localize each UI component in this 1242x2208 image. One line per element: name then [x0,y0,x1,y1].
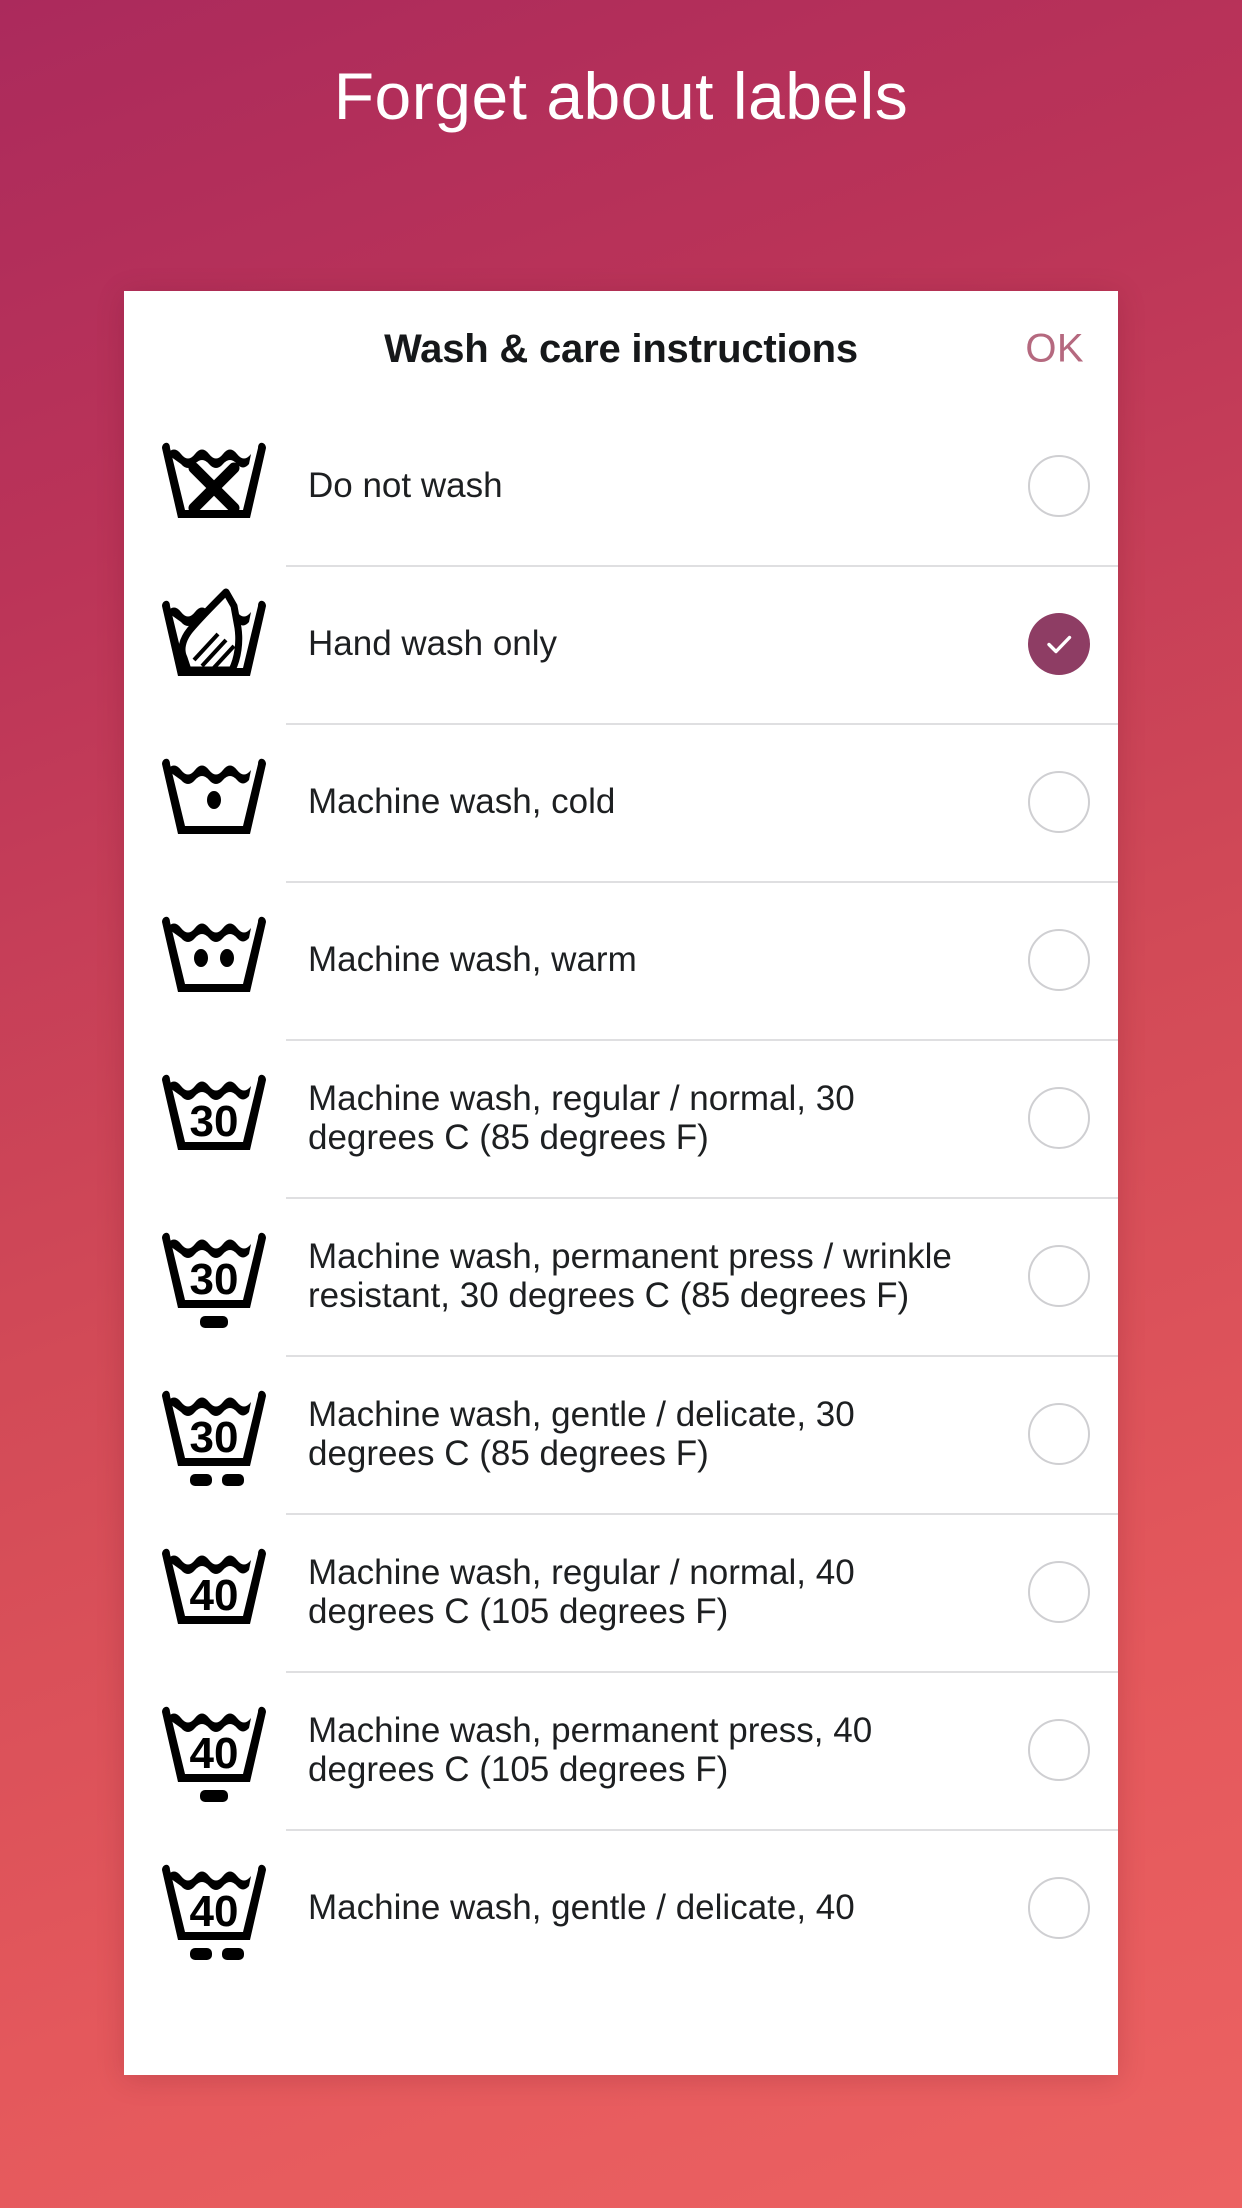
wash-option-row[interactable]: Hand wash only [124,565,1118,723]
wash-option-label: Machine wash, gentle / delicate, 40 [308,1888,855,1928]
svg-text:40: 40 [190,1729,239,1778]
wash-option-radio-cell[interactable] [1000,1877,1118,1939]
radio-unselected-icon[interactable] [1028,1877,1090,1939]
wash-option-radio-cell[interactable] [1000,455,1118,517]
promo-headline: Forget about labels [333,59,909,133]
wash-option-label: Machine wash, regular / normal, 40 degre… [308,1552,855,1631]
ok-button[interactable]: OK [1025,327,1084,372]
radio-unselected-icon[interactable] [1028,929,1090,991]
machine-wash-30-delicate-icon: 30 [142,1374,286,1494]
wash-option-row[interactable]: 40 Machine wash, regular / normal, 40 deg… [124,1513,1118,1671]
wash-option-label: Machine wash, warm [308,940,637,980]
wash-option-radio-cell[interactable] [1000,771,1118,833]
wash-option-radio-cell[interactable] [1000,929,1118,991]
radio-unselected-icon[interactable] [1028,1561,1090,1623]
wash-option-radio-cell[interactable] [1000,1087,1118,1149]
wash-option-row[interactable]: 40 Machine wash, permanent press, 40 degr… [124,1671,1118,1829]
radio-selected-icon[interactable] [1028,613,1090,675]
wash-option-row[interactable]: Machine wash, warm [124,881,1118,1039]
wash-option-radio-cell[interactable] [1000,1561,1118,1623]
wash-option-label: Do not wash [308,466,503,506]
radio-unselected-icon[interactable] [1028,1403,1090,1465]
wash-option-label: Hand wash only [308,624,558,664]
wash-option-row[interactable]: Machine wash, cold [124,723,1118,881]
wash-care-dialog: Wash & care instructions OK Do not wash H… [124,291,1118,2075]
wash-option-label: Machine wash, gentle / delicate, 30 degr… [308,1394,855,1473]
machine-wash-warm-icon [142,900,286,1020]
wash-option-row[interactable]: 30 Machine wash, regular / normal, 30 deg… [124,1039,1118,1197]
wash-option-row[interactable]: Do not wash [124,407,1118,565]
wash-option-radio-cell[interactable] [1000,1245,1118,1307]
svg-text:30: 30 [190,1413,239,1462]
wash-option-row[interactable]: 40 Machine wash, gentle / delicate, 40 [124,1829,1118,1987]
svg-text:40: 40 [190,1887,239,1936]
dialog-header: Wash & care instructions OK [124,291,1118,407]
wash-option-label: Machine wash, permanent press / wrinkle … [308,1236,952,1315]
radio-unselected-icon[interactable] [1028,455,1090,517]
svg-text:30: 30 [190,1255,239,1304]
wash-option-label: Machine wash, regular / normal, 30 degre… [308,1078,855,1157]
machine-wash-30-normal-icon: 30 [142,1058,286,1178]
machine-wash-30-permanent-press-icon: 30 [142,1216,286,1336]
wash-option-radio-cell[interactable] [1000,1719,1118,1781]
svg-text:40: 40 [190,1571,239,1620]
machine-wash-40-permanent-press-icon: 40 [142,1690,286,1810]
hand-wash-icon [142,584,286,704]
dialog-title: Wash & care instructions [384,326,858,371]
wash-option-list[interactable]: Do not wash Hand wash only Machine wash, c… [124,407,1118,1987]
machine-wash-40-delicate-icon: 40 [142,1848,286,1968]
machine-wash-40-normal-icon: 40 [142,1532,286,1652]
radio-unselected-icon[interactable] [1028,1087,1090,1149]
wash-option-radio-cell[interactable] [1000,613,1118,675]
wash-option-radio-cell[interactable] [1000,1403,1118,1465]
wash-option-label: Machine wash, permanent press, 40 degree… [308,1710,873,1789]
radio-unselected-icon[interactable] [1028,771,1090,833]
radio-unselected-icon[interactable] [1028,1719,1090,1781]
radio-unselected-icon[interactable] [1028,1245,1090,1307]
wash-option-row[interactable]: 30 Machine wash, permanent press / wrinkl… [124,1197,1118,1355]
do-not-wash-icon [142,426,286,546]
svg-text:30: 30 [190,1097,239,1146]
wash-option-label: Machine wash, cold [308,782,616,822]
wash-option-row[interactable]: 30 Machine wash, gentle / delicate, 30 de… [124,1355,1118,1513]
machine-wash-cold-icon [142,742,286,862]
